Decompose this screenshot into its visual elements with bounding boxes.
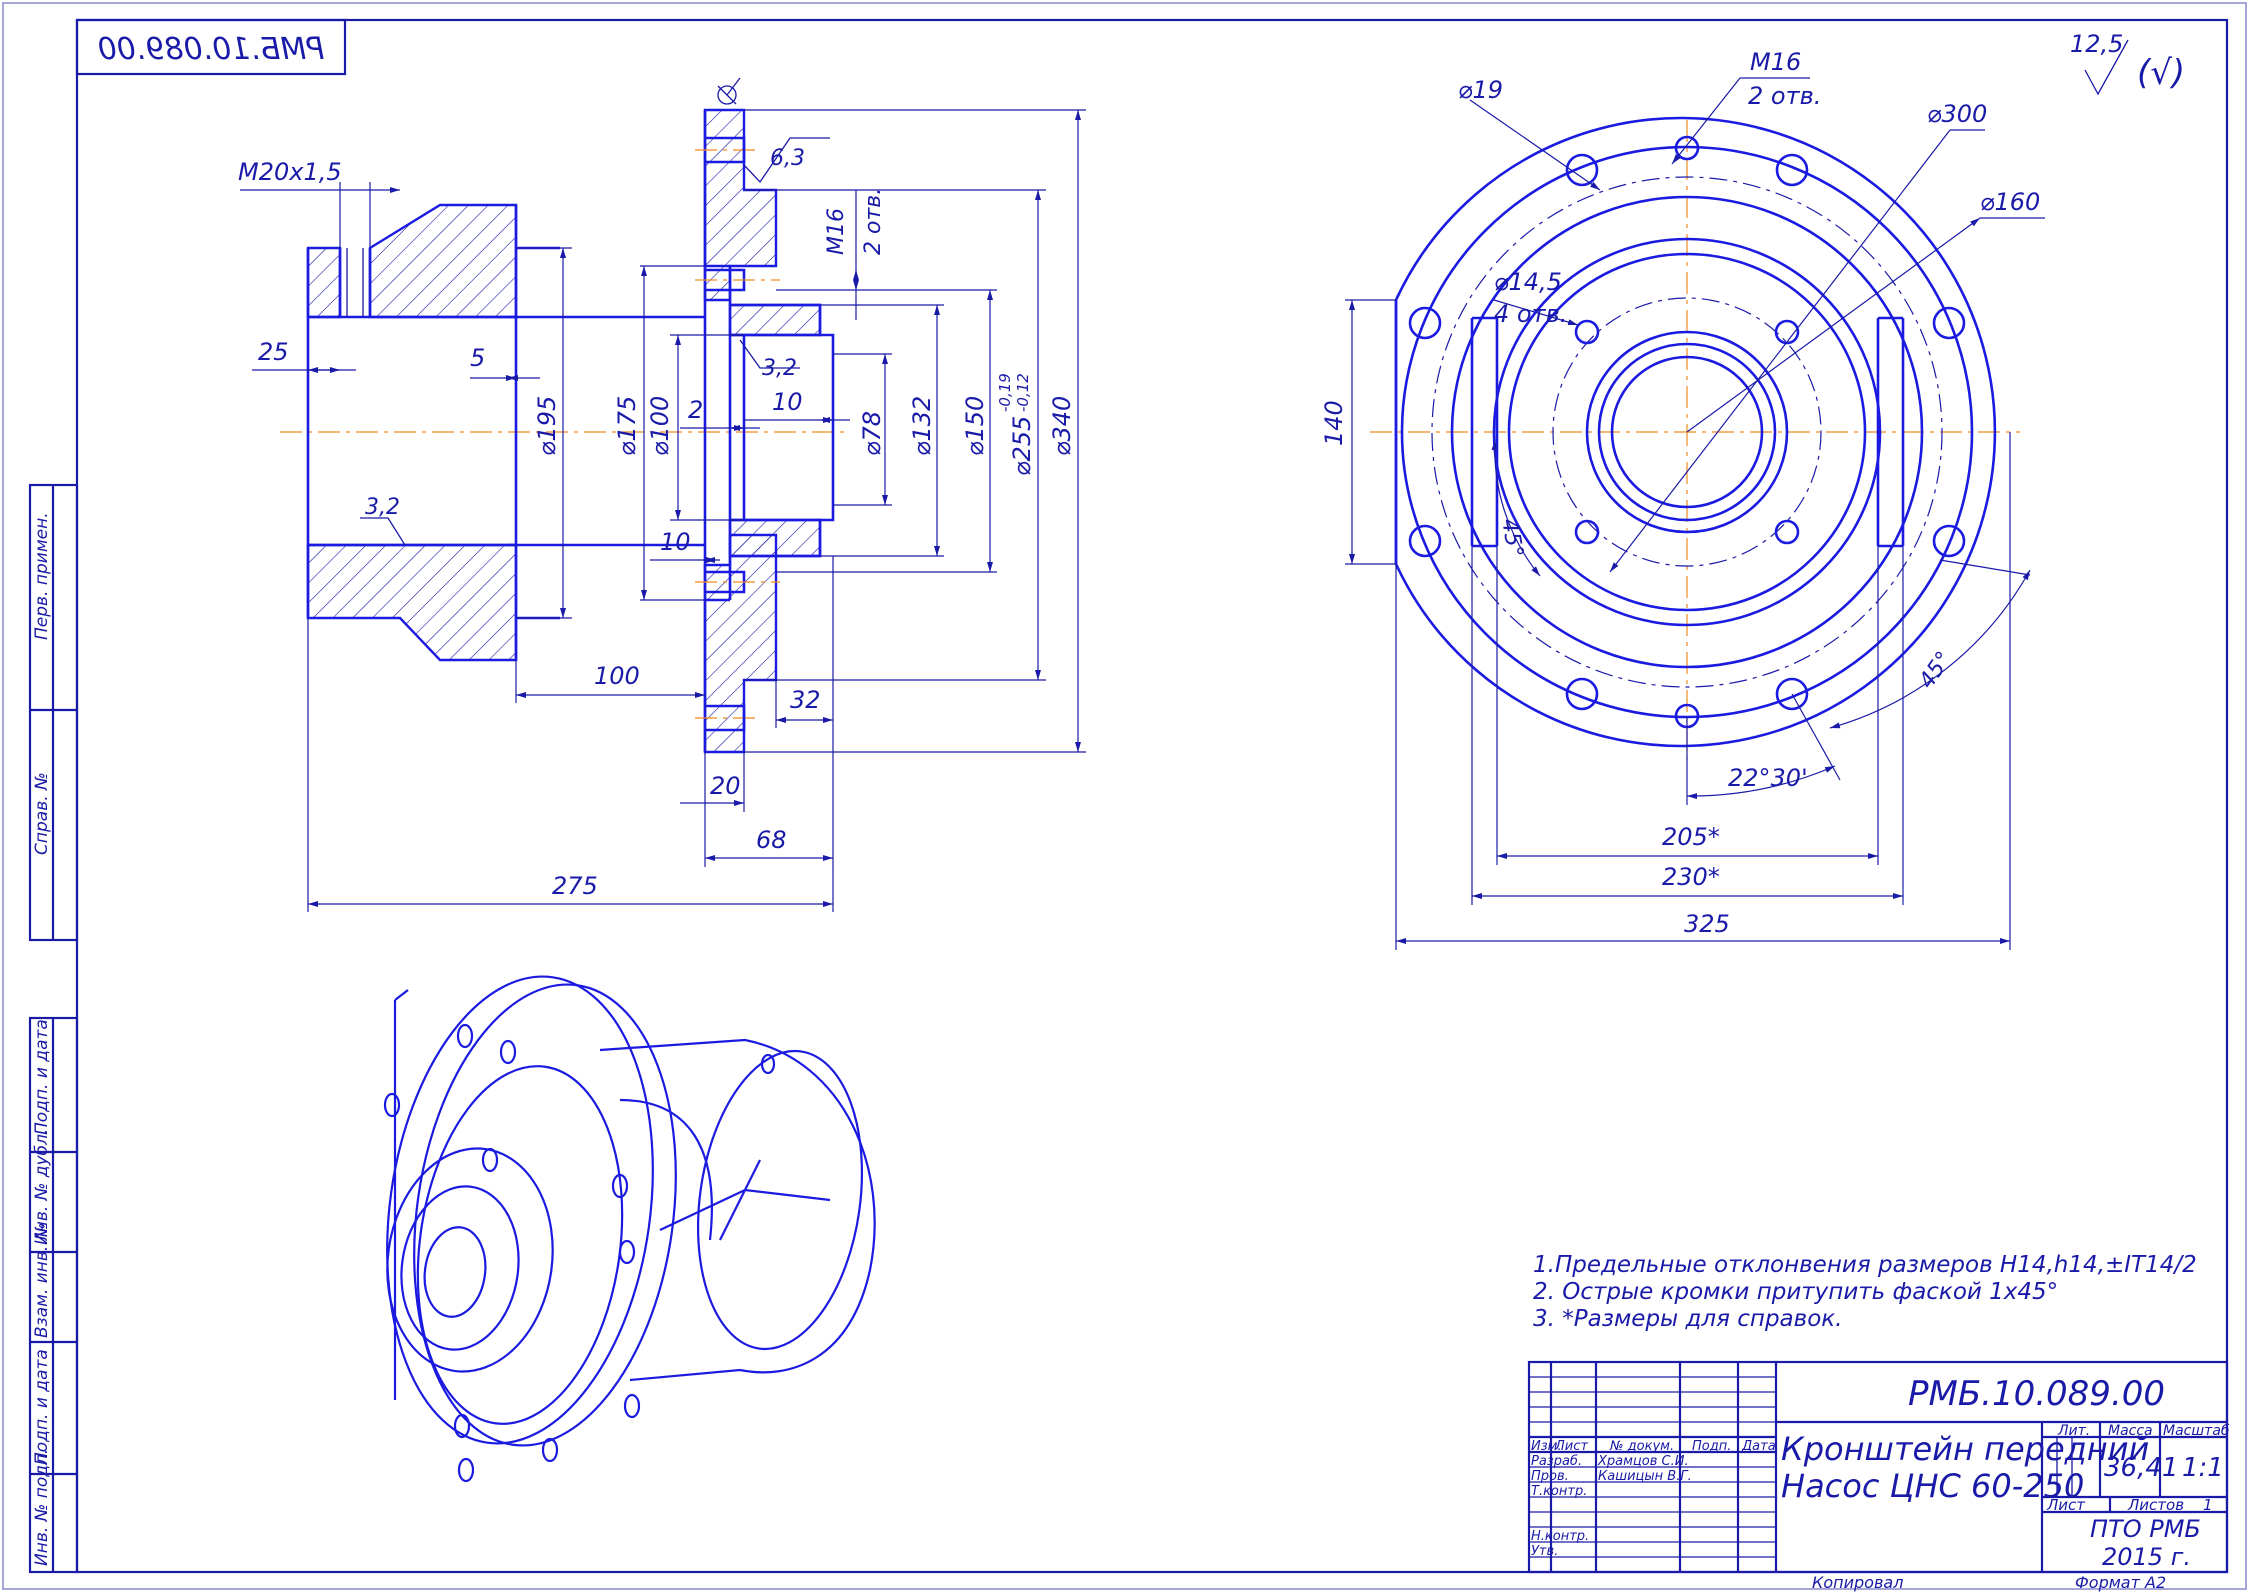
dim-thread-m20: M20x1,5	[238, 158, 342, 186]
title-block: Изм. Лист № докум. Подп. Дата Разраб. Хр…	[1527, 1360, 2230, 1574]
stamp-reference-no: Справ. №	[32, 772, 52, 855]
dim-d255-tol-lower: -0,12	[1014, 373, 1032, 412]
dim-m16-holes-side: 2 отв.	[861, 188, 886, 255]
dim-275: 275	[552, 872, 598, 900]
rough-3-2-hub: 3,2	[365, 495, 400, 520]
dim-d78: ⌀78	[858, 411, 886, 456]
dim-45-left: 45°	[1496, 517, 1527, 560]
tb-mass-label: Масса	[2108, 1423, 2153, 1439]
rough-6-3: 6,3	[770, 146, 805, 171]
technical-notes: 1.Предельные отклонвения размеров H14,h1…	[1533, 1252, 2197, 1332]
dim-2: 2	[688, 396, 703, 424]
dim-100: 100	[594, 662, 640, 690]
tb-role-approved: Утв.	[1531, 1544, 1558, 1559]
drawing-sheet: РМБ.10.089.00 Перв. примен. Справ. № Под…	[2, 2, 2247, 1592]
tb-lit-label: Лит.	[2057, 1423, 2090, 1439]
dim-d19: ⌀19	[1458, 76, 1503, 104]
tb-col-list: Лист	[1554, 1439, 1588, 1454]
tb-year: 2015 г.	[2102, 1543, 2191, 1571]
stamp-sign-date-1: Подп. и дата	[32, 1019, 52, 1135]
dim-d160: ⌀160	[1980, 188, 2040, 216]
dim-32: 32	[790, 686, 821, 714]
note-2: 2. Острые кромки притупить фаской 1х45°	[1533, 1279, 2058, 1305]
dim-m16-holes-front: 2 отв.	[1748, 82, 1821, 110]
dim-10-bottom: 10	[660, 528, 691, 556]
rough-3-2-bore: 3,2	[762, 356, 797, 381]
dim-d255-tol-upper: -0,19	[996, 373, 1014, 412]
stamp-original-inv: Инв. № подл.	[32, 1449, 52, 1566]
tb-title-line1: Кронштейн передний	[1781, 1430, 2149, 1468]
dim-25: 25	[258, 338, 289, 366]
dim-d14-5-holes: 4 отв.	[1494, 300, 1567, 328]
tb-name-checker: Кашицын В.Г.	[1598, 1469, 1692, 1484]
dim-m16-side: M16	[824, 208, 849, 255]
note-3: 3. *Размеры для справок.	[1533, 1306, 1842, 1332]
tb-col-date: Дата	[1741, 1439, 1776, 1454]
dim-d132: ⌀132	[908, 396, 936, 456]
tb-mass-value: 36,41	[2104, 1453, 2178, 1483]
format-label: Формат А2	[2075, 1573, 2166, 1592]
dim-d100: ⌀100	[646, 396, 674, 456]
tb-scale-value: 1:1	[2182, 1453, 2224, 1483]
tb-scale-label: Масштаб	[2163, 1423, 2230, 1439]
stamp-first-use: Перв. примен.	[32, 512, 52, 640]
dim-10-top: 10	[772, 388, 803, 416]
dim-d255: ⌀255	[1008, 416, 1036, 476]
dim-d340: ⌀340	[1048, 396, 1076, 456]
isometric-view	[383, 975, 876, 1483]
dim-d300: ⌀300	[1927, 100, 1987, 128]
mirrored-drawing-number: РМБ.10.089.00	[98, 32, 325, 67]
tb-title-line2: Насос ЦНС 60-250	[1781, 1467, 2084, 1505]
dim-325: 325	[1684, 910, 1730, 938]
roughness-symbol: (√)	[2137, 53, 2185, 93]
dim-d175: ⌀175	[613, 396, 641, 456]
tb-drawing-number: РМБ.10.089.00	[1908, 1374, 2165, 1414]
copied-label: Копировал	[1812, 1573, 1903, 1592]
tb-organization: ПТО РМБ	[2090, 1515, 2201, 1543]
dim-d150: ⌀150	[961, 396, 989, 456]
side-stamps: Перв. примен. Справ. № Подп. и дата Инв.…	[28, 483, 79, 1574]
dim-5: 5	[470, 344, 485, 372]
section-view: M20x1,5 25 5 ⌀195 ⌀175 ⌀100 2 10 10 ⌀78 …	[238, 77, 1086, 912]
tb-role-ncontrol: Н.контр.	[1531, 1529, 1589, 1544]
tb-role-checker: Пров.	[1531, 1469, 1569, 1484]
roughness-value: 12,5	[2070, 30, 2123, 58]
tb-sheets-value: 1	[2203, 1496, 2213, 1514]
tb-col-sign: Подп.	[1692, 1439, 1731, 1454]
tb-role-developer: Разраб.	[1531, 1454, 1582, 1469]
dim-68: 68	[756, 826, 787, 854]
dim-22-30: 22°30'	[1728, 764, 1808, 792]
mirrored-number-box: РМБ.10.089.00	[75, 18, 347, 76]
tb-sheets-label: Листов	[2127, 1496, 2184, 1514]
dim-d14-5: ⌀14,5	[1494, 268, 1562, 296]
dim-205: 205*	[1662, 823, 1720, 851]
dim-m16-front: M16	[1750, 48, 1801, 76]
dim-20: 20	[710, 772, 741, 800]
tb-col-doc: № докум.	[1609, 1439, 1674, 1454]
tb-sheet-label: Лист	[2046, 1496, 2086, 1514]
front-view: ⌀19 M16 2 отв. ⌀300 ⌀160 ⌀14,5 4 отв. 14…	[1320, 48, 2045, 950]
dim-230: 230*	[1662, 863, 1720, 891]
general-roughness-mark: 12,5 (√)	[2070, 30, 2185, 96]
dim-d195: ⌀195	[533, 396, 561, 456]
tb-name-developer: Храмцов С.И.	[1597, 1454, 1689, 1469]
stamp-replaced-inv: Взам. инв. №	[32, 1223, 52, 1338]
dim-140: 140	[1320, 400, 1348, 446]
stamp-sign-date-2: Подп. и дата	[32, 1349, 52, 1465]
note-1: 1.Предельные отклонвения размеров H14,h1…	[1533, 1252, 2197, 1278]
tb-role-tcontrol: Т.контр.	[1531, 1484, 1587, 1499]
